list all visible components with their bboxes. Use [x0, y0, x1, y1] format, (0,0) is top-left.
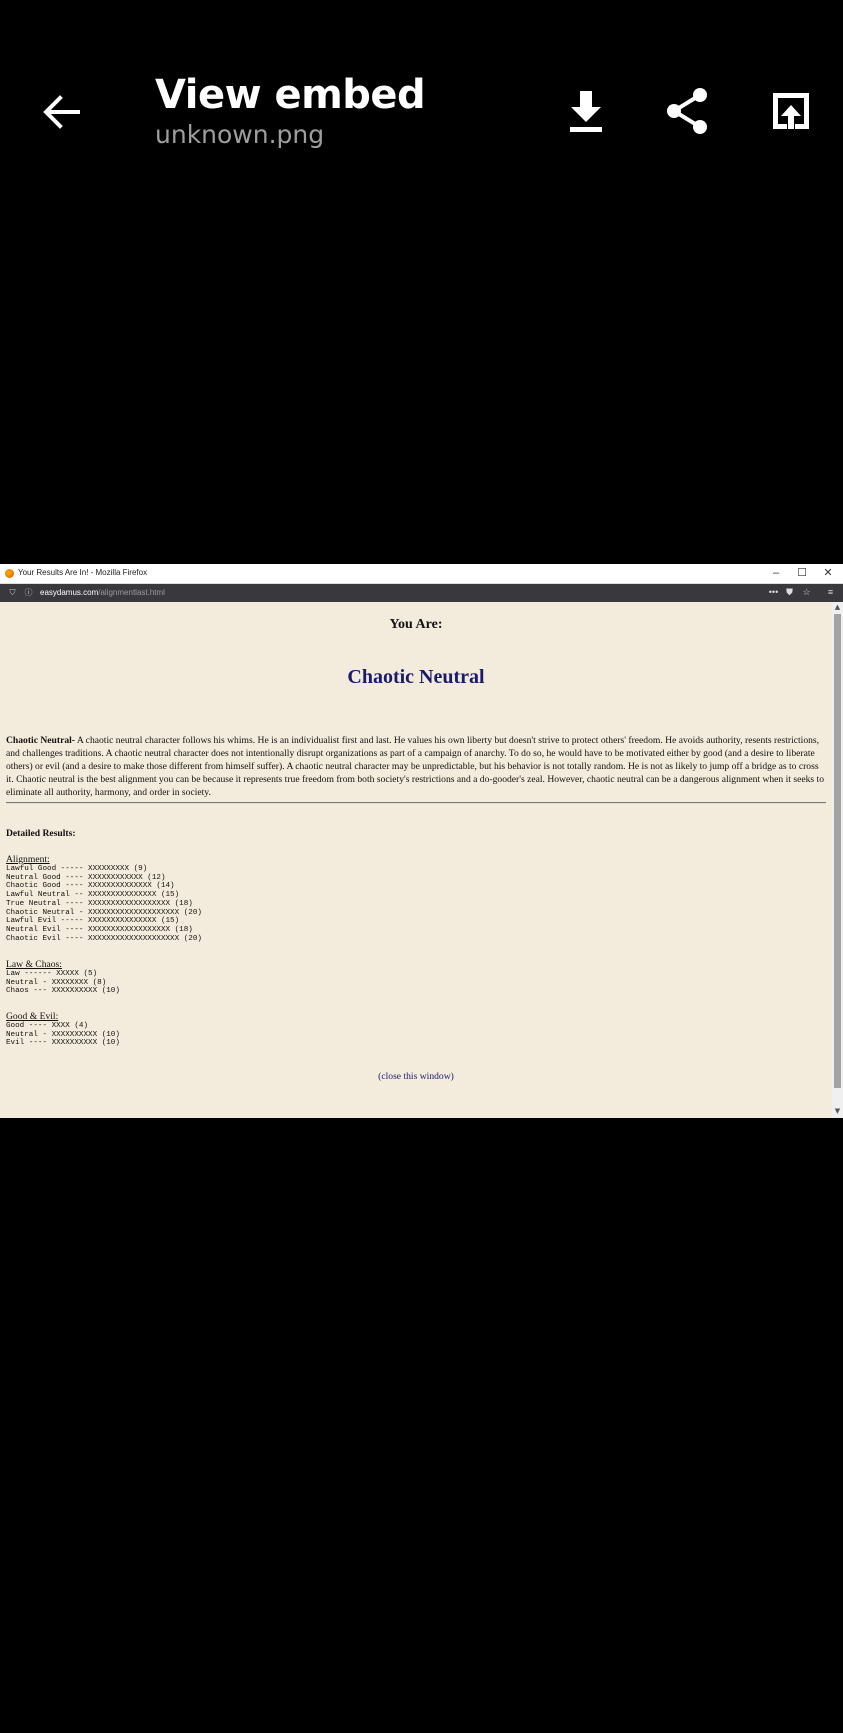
close-window-link[interactable]: (close this window) [0, 1071, 832, 1082]
firefox-logo-icon [5, 569, 14, 578]
law-chaos-results: Law ------ XXXXX (5) Neutral - XXXXXXXX (… [6, 970, 120, 996]
url-text[interactable]: easydamus.com/alignmentlast.html [40, 588, 165, 597]
result-row: Evil ---- XXXXXXXXXX (10) [6, 1039, 120, 1048]
result-row: Chaotic Evil ---- XXXXXXXXXXXXXXXXXXXX (… [6, 934, 202, 943]
page-content: You Are: Chaotic Neutral Chaotic Neutral… [0, 602, 832, 1118]
description-label: Chaotic Neutral- [6, 735, 76, 746]
url-domain: easydamus.com [40, 588, 99, 597]
result-alignment: Chaotic Neutral [347, 666, 485, 688]
scroll-down-arrow-icon[interactable]: ▼ [832, 1106, 843, 1116]
result-row: Neutral - XXXXXXXXXX (10) [6, 1030, 120, 1039]
scrollbar-thumb[interactable] [834, 614, 841, 1088]
good-evil-results: Good ---- XXXX (4) Neutral - XXXXXXXXXX (… [6, 1022, 120, 1048]
result-row: Neutral Good ---- XXXXXXXXXXXX (12) [6, 873, 166, 882]
alignment-description: Chaotic Neutral- A chaotic neutral chara… [6, 734, 824, 799]
viewer-filename: unknown.png [155, 120, 325, 149]
minimize-icon[interactable]: – [769, 566, 783, 580]
divider [6, 802, 826, 804]
scroll-up-arrow-icon[interactable]: ▲ [832, 602, 843, 612]
back-arrow-icon[interactable] [38, 88, 86, 136]
law-chaos-section-title: Law & Chaos: [6, 959, 62, 970]
description-text: A chaotic neutral character follows his … [6, 735, 825, 798]
viewer-title: View embed [155, 72, 426, 118]
result-row: Good ---- XXXX (4) [6, 1022, 89, 1030]
shield-icon[interactable]: ⛉ [8, 588, 17, 597]
pocket-icon[interactable]: ⛊ [784, 587, 795, 598]
maximize-icon[interactable]: ☐ [795, 566, 809, 580]
scrollbar[interactable]: ▲ ▼ [832, 602, 843, 1118]
close-icon[interactable]: ✕ [821, 566, 835, 580]
address-bar[interactable]: ⛉ ⓘ easydamus.com/alignmentlast.html •••… [0, 584, 843, 602]
url-path: /alignmentlast.html [98, 588, 165, 597]
page-heading: You Are: [389, 617, 443, 632]
open-external-icon[interactable] [765, 85, 817, 137]
detailed-results-title: Detailed Results: [6, 828, 76, 839]
more-options-icon[interactable]: ••• [768, 587, 779, 598]
result-row: True Neutral ---- XXXXXXXXXXXXXXXXXX (18… [6, 899, 193, 908]
result-row: Chaos --- XXXXXXXXXX (10) [6, 987, 120, 996]
result-row: Lawful Good ----- XXXXXXXXX (9) [6, 865, 148, 873]
info-icon[interactable]: ⓘ [24, 588, 33, 597]
result-row: Chaotic Good ---- XXXXXXXXXXXXXX (14) [6, 882, 175, 891]
result-row: Lawful Neutral -- XXXXXXXXXXXXXXX (15) [6, 891, 180, 900]
hamburger-menu-icon[interactable]: ≡ [825, 587, 836, 598]
result-row: Chaotic Neutral - XXXXXXXXXXXXXXXXXXXX (… [6, 908, 202, 917]
window-title: Your Results Are In! - Mozilla Firefox [18, 568, 148, 577]
share-icon[interactable] [662, 85, 714, 137]
result-row: Neutral - XXXXXXXX (8) [6, 978, 107, 987]
bookmark-star-icon[interactable]: ☆ [801, 587, 812, 598]
good-evil-section-title: Good & Evil: [6, 1011, 59, 1022]
viewer-toolbar: View embed unknown.png [0, 0, 843, 200]
result-row: Law ------ XXXXX (5) [6, 970, 98, 978]
result-row: Lawful Evil ----- XXXXXXXXXXXXXXX (15) [6, 917, 180, 926]
result-row: Neutral Evil ---- XXXXXXXXXXXXXXXXXX (18… [6, 925, 193, 934]
alignment-results: Lawful Good ----- XXXXXXXXX (9) Neutral G… [6, 865, 202, 943]
alignment-section-title: Alignment: [6, 854, 50, 865]
download-icon[interactable] [560, 85, 612, 137]
firefox-titlebar: Your Results Are In! - Mozilla Firefox –… [0, 564, 843, 584]
embedded-screenshot: Your Results Are In! - Mozilla Firefox –… [0, 564, 843, 1118]
